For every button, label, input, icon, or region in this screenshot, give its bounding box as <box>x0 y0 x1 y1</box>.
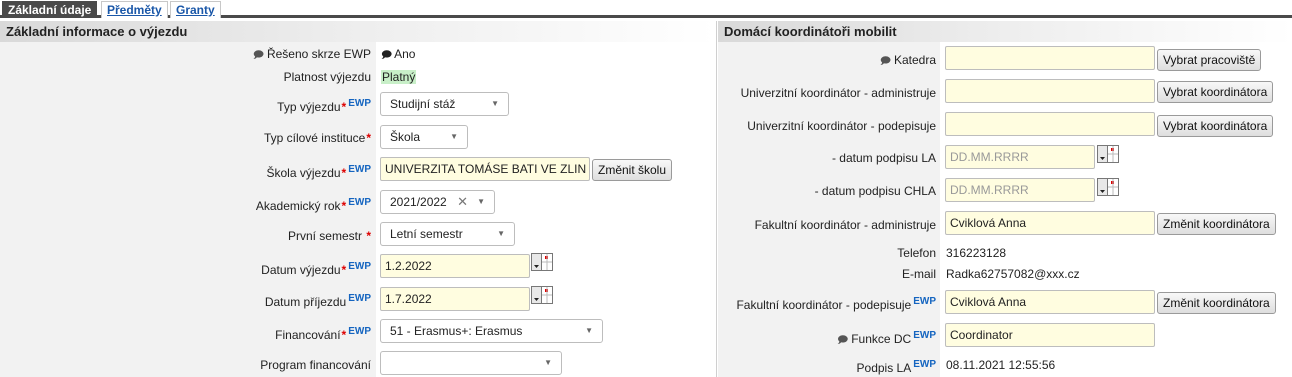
dc-function-label: 🗩 Funkce DC EWP <box>837 330 936 346</box>
ewp-badge: EWP <box>348 197 371 208</box>
chevron-down-icon: ▼ <box>544 358 552 367</box>
school-label: Škola výjezdu* EWP <box>266 164 372 180</box>
tab-subjects[interactable]: Předměty <box>101 1 168 18</box>
phone-value: 316223128 <box>946 246 1007 260</box>
change-coordinator-sign-button[interactable]: Změnit koordinátora <box>1157 292 1276 314</box>
select-department-button[interactable]: Vybrat pracoviště <box>1157 49 1262 71</box>
email-value: Radka62757082@xxx.cz <box>946 267 1080 281</box>
dc-function-field[interactable]: Coordinator <box>945 323 1155 347</box>
ewp-badge: EWP <box>348 326 371 337</box>
comment-icon: 🗩 <box>381 50 393 61</box>
required-marker: * <box>341 263 347 277</box>
trip-type-label: Typ výjezdu* EWP <box>277 98 371 114</box>
ewp-badge: EWP <box>348 164 371 175</box>
calendar-icon[interactable] <box>531 286 553 304</box>
ewp-badge: EWP <box>913 359 936 370</box>
academic-year-select[interactable]: 2021/2022 ✕ ▼ <box>380 190 495 214</box>
column-divider <box>716 21 717 377</box>
department-field[interactable] <box>945 46 1155 70</box>
first-semester-select[interactable]: Letní semestr ▼ <box>380 222 515 246</box>
comment-icon: 🗩 <box>879 56 891 67</box>
academic-year-label: Akademický rok* EWP <box>255 197 371 213</box>
trip-type-select[interactable]: Studijní stáž ▼ <box>380 92 509 116</box>
departure-date-label: Datum výjezdu* EWP <box>261 261 371 277</box>
faculty-coordinator-admin-label: Fakultní koordinátor - administruje <box>754 218 936 232</box>
calendar-icon[interactable] <box>531 253 553 271</box>
chla-sign-date-field[interactable]: DD.MM.RRRR <box>945 178 1095 202</box>
required-marker: * <box>341 166 347 180</box>
ewp-solved-value: 🗩 Ano <box>381 47 416 61</box>
change-coordinator-admin-button[interactable]: Změnit koordinátora <box>1157 213 1276 235</box>
section-title-coordinators: Domácí koordinátoři mobilit <box>718 21 1292 42</box>
school-field[interactable]: UNIVERZITA TOMÁSE BATI VE ZLIN <box>380 157 590 181</box>
chla-sign-date-label: - datum podpisu CHLA <box>814 184 936 198</box>
financing-label: Financování* EWP <box>275 326 371 342</box>
section-title-trip-info: Základní informace o výjezdu <box>0 21 716 42</box>
financing-program-select[interactable]: ▼ <box>380 351 562 375</box>
chevron-down-icon: ▼ <box>450 132 458 141</box>
validity-value: Platný <box>381 70 417 84</box>
ewp-solved-label: 🗩 Řešeno skrze EWP <box>252 47 371 61</box>
tab-grants[interactable]: Granty <box>170 1 221 18</box>
ewp-badge: EWP <box>913 296 936 307</box>
institution-type-select[interactable]: Škola ▼ <box>380 125 468 149</box>
chevron-down-icon: ▼ <box>491 99 499 108</box>
first-semester-label: První semestr * <box>287 229 371 243</box>
required-marker: * <box>341 328 347 342</box>
select-coordinator-sign-button[interactable]: Vybrat koordinátora <box>1157 115 1274 137</box>
univ-coordinator-admin-label: Univerzitní koordinátor - administruje <box>740 86 936 100</box>
departure-date-field[interactable]: 1.2.2022 <box>380 254 530 278</box>
la-signature-label: Podpis LA EWP <box>856 359 936 375</box>
univ-coordinator-sign-label: Univerzitní koordinátor - podepisuje <box>747 119 936 133</box>
ewp-badge: EWP <box>348 261 371 272</box>
phone-label: Telefon <box>897 246 936 260</box>
arrival-date-field[interactable]: 1.7.2022 <box>380 287 530 311</box>
la-signature-value: 08.11.2021 12:55:56 <box>946 358 1056 372</box>
select-coordinator-admin-button[interactable]: Vybrat koordinátora <box>1157 81 1274 103</box>
email-label: E-mail <box>901 267 936 281</box>
faculty-coordinator-sign-field[interactable]: Cviklová Anna <box>945 290 1155 314</box>
change-school-button[interactable]: Změnit školu <box>592 159 673 181</box>
ewp-badge: EWP <box>348 98 371 109</box>
chevron-down-icon: ▼ <box>477 197 485 206</box>
tab-bar: Základní údaje Předměty Granty <box>0 0 1292 18</box>
clear-icon[interactable]: ✕ <box>457 191 468 213</box>
la-sign-date-label: - datum podpisu LA <box>831 151 936 165</box>
ewp-badge: EWP <box>348 293 371 304</box>
required-marker: * <box>366 131 371 145</box>
financing-program-label: Program financování <box>260 358 371 372</box>
arrival-date-label: Datum příjezdu EWP <box>264 293 371 309</box>
required-marker: * <box>341 100 347 114</box>
univ-coordinator-sign-field[interactable] <box>945 112 1155 136</box>
required-marker: * <box>341 199 347 213</box>
department-label: 🗩 Katedra <box>879 53 936 67</box>
institution-type-label: Typ cílové instituce* <box>263 131 371 145</box>
univ-coordinator-admin-field[interactable] <box>945 79 1155 103</box>
tab-basic-info[interactable]: Základní údaje <box>2 1 98 18</box>
comment-icon: 🗩 <box>837 335 849 346</box>
validity-label: Platnost výjezdu <box>283 70 371 84</box>
calendar-icon[interactable] <box>1097 145 1119 163</box>
calendar-icon[interactable] <box>1097 178 1119 196</box>
required-marker: * <box>366 229 371 243</box>
comment-icon: 🗩 <box>252 50 264 61</box>
financing-select[interactable]: 51 - Erasmus+: Erasmus ▼ <box>380 319 603 343</box>
faculty-coordinator-admin-field[interactable]: Cviklová Anna <box>945 211 1155 235</box>
ewp-badge: EWP <box>913 330 936 341</box>
faculty-coordinator-sign-label: Fakultní koordinátor - podepisuje EWP <box>736 296 936 312</box>
la-sign-date-field[interactable]: DD.MM.RRRR <box>945 145 1095 169</box>
chevron-down-icon: ▼ <box>497 229 505 238</box>
chevron-down-icon: ▼ <box>585 326 593 335</box>
